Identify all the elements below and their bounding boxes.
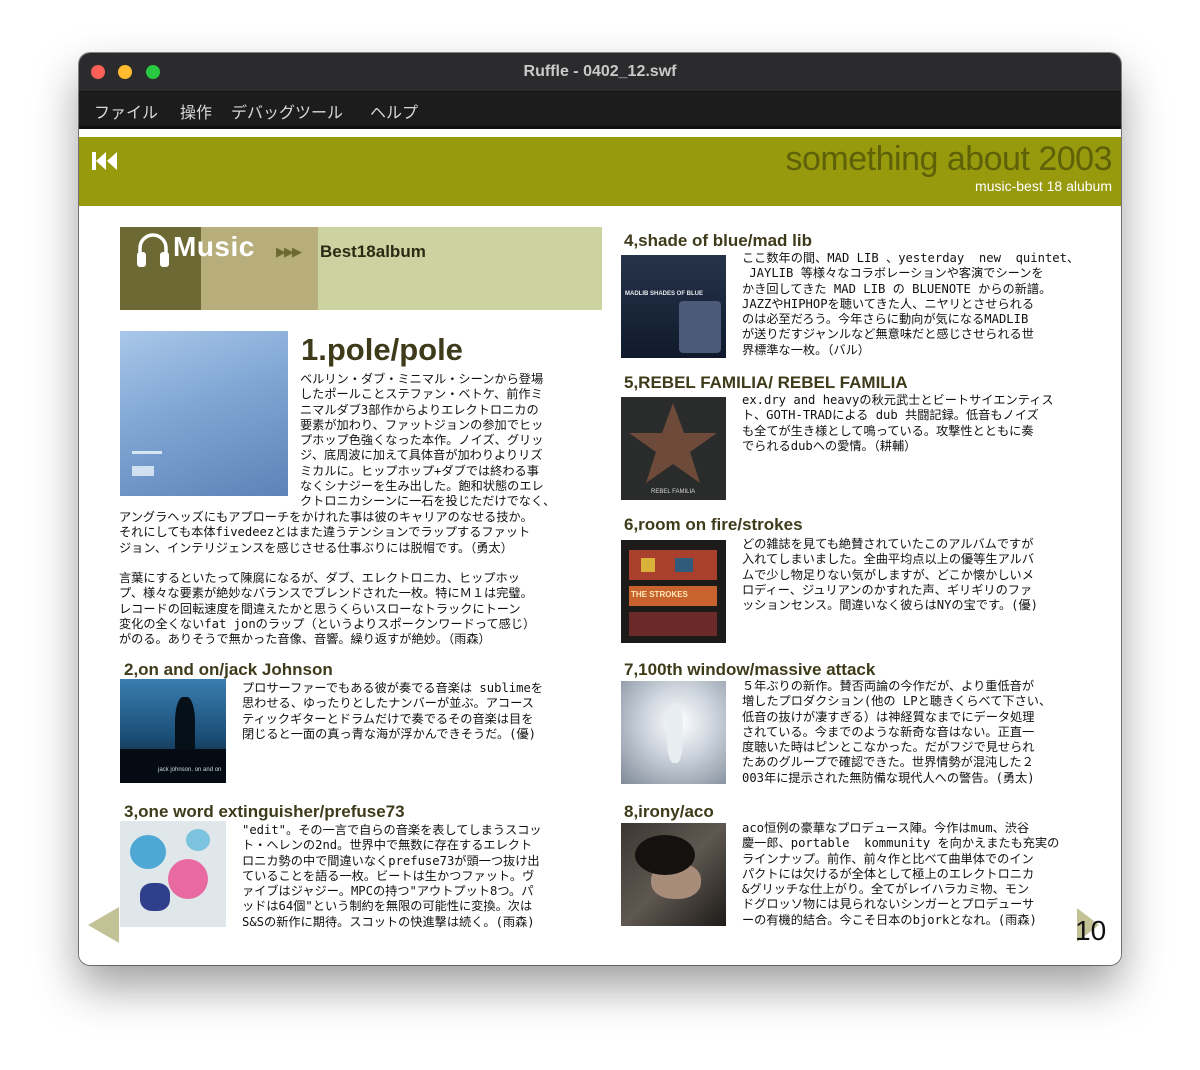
header-block-light <box>318 227 602 310</box>
album-title-5: 5,REBEL FAMILIA/ REBEL FAMILIA <box>624 373 908 392</box>
menu-file[interactable]: ファイル <box>94 99 158 123</box>
album-cover-jack-johnson: jack johnson. on and on <box>120 679 226 783</box>
album-cover-madlib: MADLIB SHADES OF BLUE <box>621 255 726 358</box>
album-cover-rebel-familia: REBEL FAMILIA <box>621 397 726 500</box>
album-title-6: 6,room on fire/strokes <box>624 515 803 534</box>
album-review-4: ここ数年の間、MAD LIB 、yesterday new quintet、 J… <box>742 251 1080 357</box>
header-banner: something about 2003 music-best 18 alubu… <box>79 137 1121 206</box>
cover-text-strokes: THE STROKES <box>631 590 688 599</box>
album-cover-aco <box>621 823 726 926</box>
site-title: something about 2003 <box>785 140 1113 178</box>
prev-page-icon[interactable] <box>88 907 120 943</box>
best-album-label: Best18album <box>320 242 426 261</box>
album-cover-strokes: THE STROKES <box>621 540 726 643</box>
music-label: Music <box>173 231 255 262</box>
album-review-8: aco恒例の豪華なプロデュース陣。今作はmum、渋谷 慶一郎、portable … <box>742 821 1060 927</box>
album-review-3: "edit"。その一言で自らの音楽を表してしまうスコッ ト・ヘレンの2nd。世界… <box>242 823 542 929</box>
album-title-2: 2,on and on/jack Johnson <box>124 660 333 679</box>
arrows-icon: ▶▶▶ <box>276 245 302 260</box>
album-title-3: 3,one word extinguisher/prefuse73 <box>124 802 405 821</box>
album-cover-prefuse73 <box>120 821 226 927</box>
album-title-1: 1.pole/pole <box>301 332 463 367</box>
menu-bar: ファイル 操作 デバッグツール ヘルプ <box>79 92 1121 129</box>
app-window: Ruffle - 0402_12.swf ファイル 操作 デバッグツール ヘルプ… <box>79 53 1121 965</box>
album-review-7: ５年ぶりの新作。賛否両論の今作だが、より重低音が 増したプロダクション(他の L… <box>742 679 1052 785</box>
menu-control[interactable]: 操作 <box>180 99 212 123</box>
site-subtitle: music-best 18 alubum <box>975 178 1112 194</box>
album-title-8: 8,irony/aco <box>624 802 714 821</box>
album-review-6: どの雑誌を見ても絶賛されていたこのアルバムですが 入れてしまいました。全曲平均点… <box>742 537 1039 613</box>
cover-text-jack: jack johnson. on and on <box>158 767 222 773</box>
menu-help[interactable]: ヘルプ <box>370 99 418 123</box>
page-number: 10 <box>1075 915 1107 946</box>
cover-text-rebel: REBEL FAMILIA <box>651 489 696 495</box>
headphones-icon <box>137 233 169 267</box>
title-bar: Ruffle - 0402_12.swf <box>79 53 1121 92</box>
album-review-1: ベルリン・ダブ・ミニマル・シーンから登場 したポールことステファン・ベトケ、前作… <box>300 372 556 509</box>
rewind-icon[interactable] <box>92 152 120 170</box>
music-section-header: Music ▶▶▶ Best18album <box>120 227 602 310</box>
album-review-2: プロサーファーでもある彼が奏でる音楽は sublimeを 思わせる、ゆったりとし… <box>242 681 543 741</box>
star-icon <box>629 403 717 483</box>
album-title-4: 4,shade of blue/mad lib <box>624 231 812 250</box>
album-review-5: ex.dry and heavyの秋元武士とビートサイエンティス ト、GOTH-… <box>742 393 1054 453</box>
swf-stage[interactable]: something about 2003 music-best 18 alubu… <box>79 129 1121 965</box>
menu-debug-tools[interactable]: デバッグツール <box>231 99 343 123</box>
cover-text-madlib: MADLIB SHADES OF BLUE <box>625 291 703 297</box>
album-review-1-cont: アングラヘッズにもアプローチをかけれた事は彼のキャリアのなせる技か。 それにして… <box>119 510 536 647</box>
album-cover-massive-attack <box>621 681 726 784</box>
window-title: Ruffle - 0402_12.swf <box>523 63 677 80</box>
album-cover-pole <box>120 331 288 496</box>
album-title-7: 7,100th window/massive attack <box>624 660 876 679</box>
